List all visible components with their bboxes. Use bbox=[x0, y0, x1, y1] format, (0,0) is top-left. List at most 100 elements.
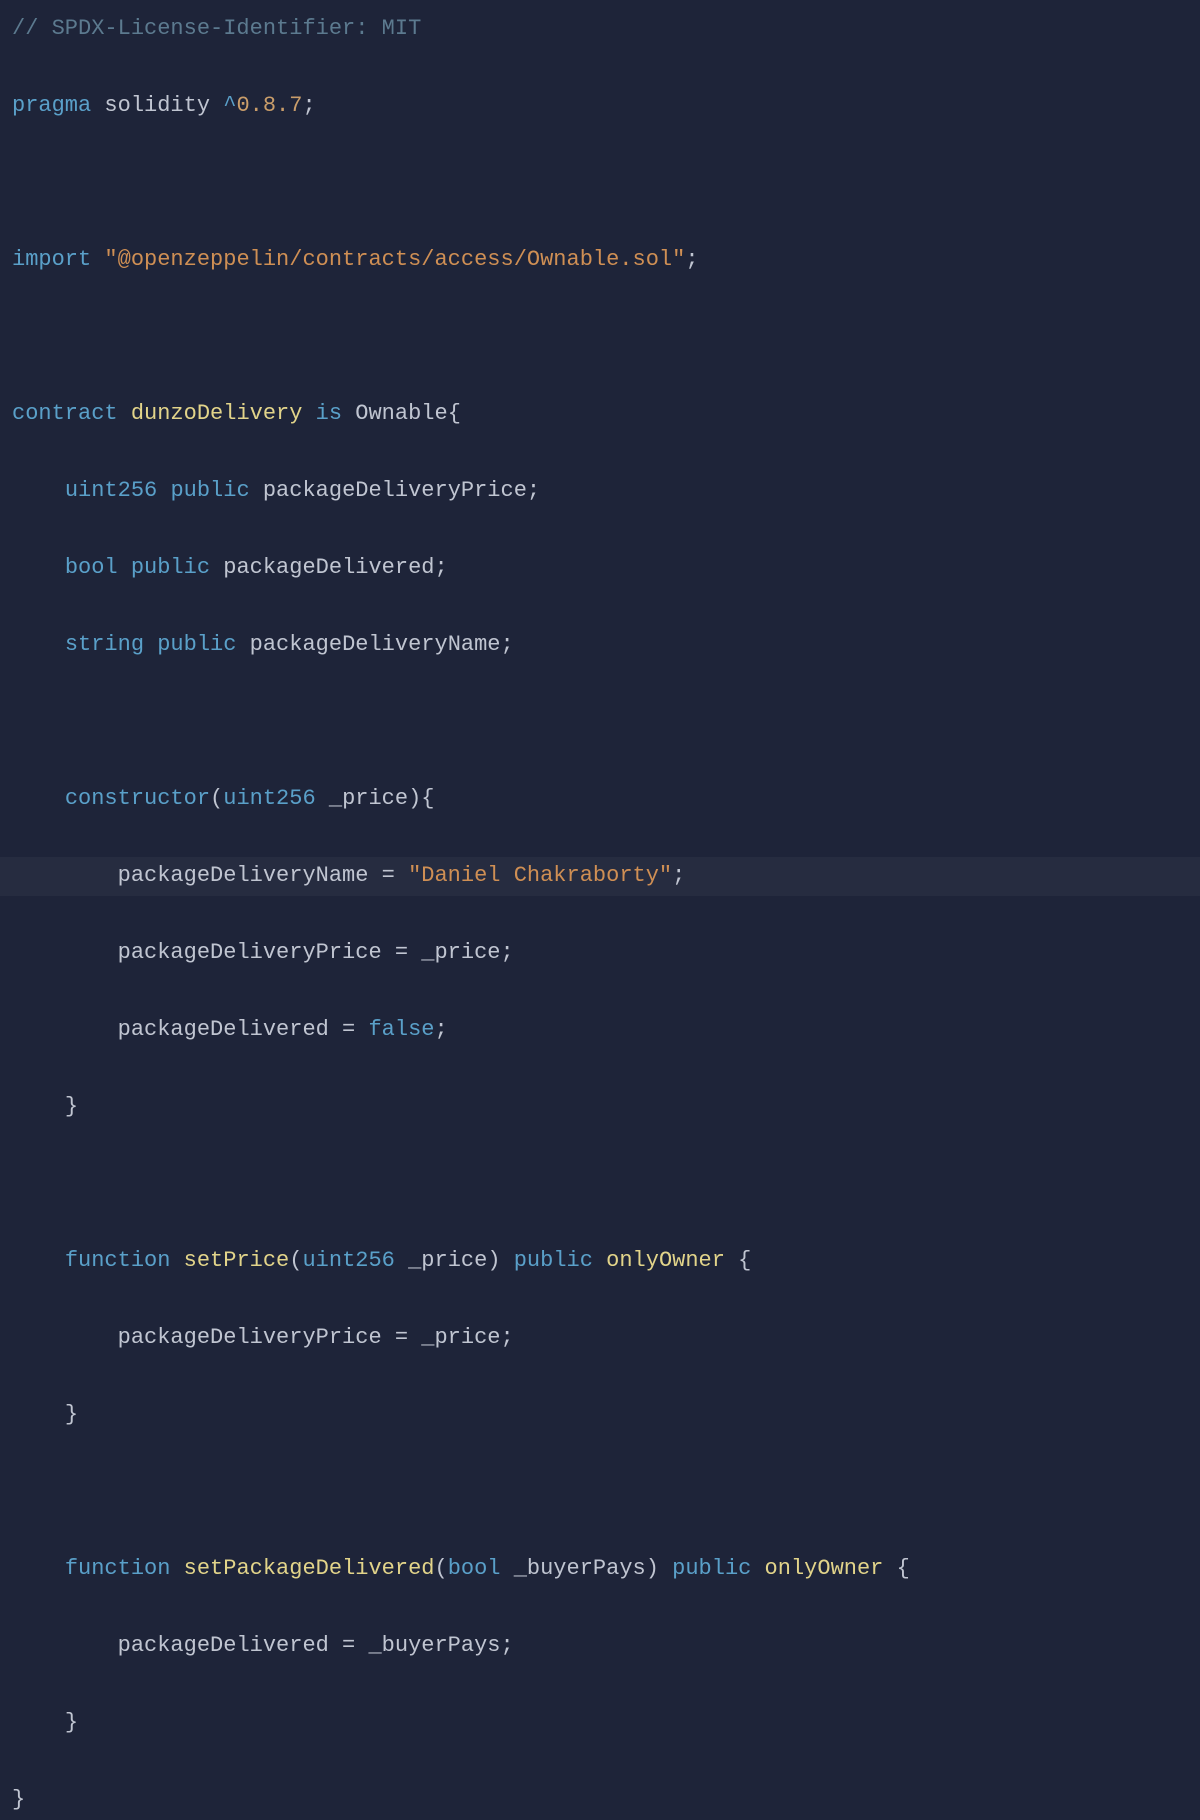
fn-name: setPrice bbox=[184, 1248, 290, 1273]
modifier-onlyowner: onlyOwner bbox=[751, 1556, 896, 1581]
paren-open: ( bbox=[434, 1556, 447, 1581]
indent bbox=[12, 555, 65, 580]
line-14: packageDelivered = false; bbox=[12, 1011, 1188, 1050]
brace: { bbox=[448, 401, 461, 426]
param-name: _buyerPays bbox=[501, 1556, 646, 1581]
line-6: contract dunzoDelivery is Ownable{ bbox=[12, 395, 1188, 434]
line-11: constructor(uint256 _price){ bbox=[12, 780, 1188, 819]
line-7: uint256 public packageDeliveryPrice; bbox=[12, 472, 1188, 511]
keyword-public: public bbox=[131, 555, 210, 580]
op-eq: = bbox=[329, 1633, 369, 1658]
indent bbox=[12, 1017, 118, 1042]
indent bbox=[12, 478, 65, 503]
var-name: packageDeliveryName bbox=[250, 632, 501, 657]
param-name: _price bbox=[395, 1248, 487, 1273]
line-19: } bbox=[12, 1396, 1188, 1435]
var-name: packageDeliveryName bbox=[118, 863, 369, 888]
brace-close: } bbox=[65, 1402, 78, 1427]
line-23: } bbox=[12, 1704, 1188, 1743]
keyword-public: public bbox=[672, 1556, 751, 1581]
var-name: packageDeliveryPrice bbox=[118, 1325, 382, 1350]
var-name: packageDeliveryPrice bbox=[118, 940, 382, 965]
paren-close: ) bbox=[408, 786, 421, 811]
modifier-onlyowner: onlyOwner bbox=[593, 1248, 738, 1273]
line-5-blank bbox=[12, 318, 1188, 357]
parent-name: Ownable bbox=[355, 401, 447, 426]
line-15: } bbox=[12, 1088, 1188, 1127]
keyword-public: public bbox=[170, 478, 249, 503]
line-4: import "@openzeppelin/contracts/access/O… bbox=[12, 241, 1188, 280]
op-eq: = bbox=[382, 940, 422, 965]
indent bbox=[12, 786, 65, 811]
line-3-blank bbox=[12, 164, 1188, 203]
bool-literal: false bbox=[368, 1017, 434, 1042]
line-8: bool public packageDelivered; bbox=[12, 549, 1188, 588]
indent bbox=[12, 1710, 65, 1735]
line-1: // SPDX-License-Identifier: MIT bbox=[12, 10, 1188, 49]
keyword-public: public bbox=[514, 1248, 593, 1273]
keyword-function: function bbox=[65, 1248, 171, 1273]
semi: ; bbox=[501, 1325, 514, 1350]
keyword-import: import bbox=[12, 247, 91, 272]
line-9: string public packageDeliveryName; bbox=[12, 626, 1188, 665]
line-18: packageDeliveryPrice = _price; bbox=[12, 1319, 1188, 1358]
brace: { bbox=[738, 1248, 751, 1273]
semi: ; bbox=[501, 1633, 514, 1658]
op-caret: ^ bbox=[223, 93, 236, 118]
line-20-blank bbox=[12, 1473, 1188, 1512]
keyword-contract: contract bbox=[12, 401, 118, 426]
semi: ; bbox=[672, 863, 685, 888]
type-uint256: uint256 bbox=[65, 478, 157, 503]
semi: ; bbox=[527, 478, 540, 503]
fn-name: setPackageDelivered bbox=[184, 1556, 435, 1581]
paren-open: ( bbox=[289, 1248, 302, 1273]
var-name: packageDeliveryPrice bbox=[263, 478, 527, 503]
indent bbox=[12, 1633, 118, 1658]
value-ident: _price bbox=[421, 1325, 500, 1350]
var-name: packageDelivered bbox=[118, 1633, 329, 1658]
line-2: pragma solidity ^0.8.7; bbox=[12, 87, 1188, 126]
indent bbox=[12, 1556, 65, 1581]
param-name: _price bbox=[316, 786, 408, 811]
keyword-is: is bbox=[316, 401, 342, 426]
brace-close: } bbox=[65, 1094, 78, 1119]
keyword-constructor: constructor bbox=[65, 786, 210, 811]
op-eq: = bbox=[368, 863, 408, 888]
type-string: string bbox=[65, 632, 144, 657]
brace: { bbox=[421, 786, 434, 811]
brace-close: } bbox=[12, 1787, 25, 1812]
value-ident: _buyerPays bbox=[368, 1633, 500, 1658]
semi: ; bbox=[501, 940, 514, 965]
string-literal: "Daniel Chakraborty" bbox=[408, 863, 672, 888]
code-editor[interactable]: // SPDX-License-Identifier: MIT pragma s… bbox=[12, 10, 1188, 1820]
paren-close: ) bbox=[646, 1556, 672, 1581]
brace: { bbox=[897, 1556, 910, 1581]
indent bbox=[12, 1402, 65, 1427]
line-22: packageDelivered = _buyerPays; bbox=[12, 1627, 1188, 1666]
line-13: packageDeliveryPrice = _price; bbox=[12, 934, 1188, 973]
indent bbox=[12, 863, 118, 888]
value-ident: _price bbox=[421, 940, 500, 965]
type-bool: bool bbox=[65, 555, 118, 580]
line-12-highlighted: packageDeliveryName = "Daniel Chakrabort… bbox=[0, 857, 1200, 896]
param-type: uint256 bbox=[302, 1248, 394, 1273]
indent bbox=[12, 1094, 65, 1119]
line-10-blank bbox=[12, 703, 1188, 742]
line-16-blank bbox=[12, 1165, 1188, 1204]
brace-close: } bbox=[65, 1710, 78, 1735]
semi: ; bbox=[501, 632, 514, 657]
ident-solidity: solidity bbox=[104, 93, 210, 118]
indent bbox=[12, 1248, 65, 1273]
param-type: uint256 bbox=[223, 786, 315, 811]
comment-text: // SPDX-License-Identifier: MIT bbox=[12, 16, 421, 41]
indent bbox=[12, 940, 118, 965]
semi: ; bbox=[434, 555, 447, 580]
var-name: packageDelivered bbox=[223, 555, 434, 580]
paren-close: ) bbox=[487, 1248, 513, 1273]
keyword-function: function bbox=[65, 1556, 171, 1581]
contract-name: dunzoDelivery bbox=[131, 401, 303, 426]
line-17: function setPrice(uint256 _price) public… bbox=[12, 1242, 1188, 1281]
op-eq: = bbox=[329, 1017, 369, 1042]
line-21: function setPackageDelivered(bool _buyer… bbox=[12, 1550, 1188, 1589]
import-path: "@openzeppelin/contracts/access/Ownable.… bbox=[104, 247, 685, 272]
